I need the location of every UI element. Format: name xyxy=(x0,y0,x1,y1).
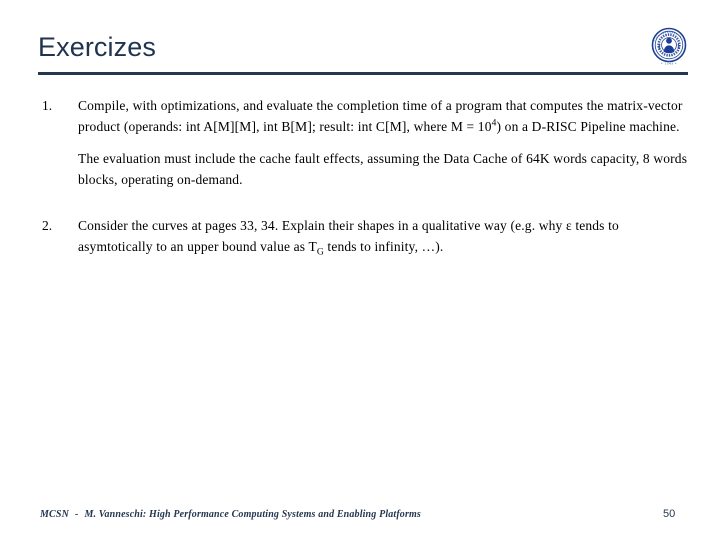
university-of-pisa-seal-logo: + 1343 + xyxy=(646,24,692,70)
list-item: 2. Consider the curves at pages 33, 34. … xyxy=(38,216,690,257)
page-title: Exercizes xyxy=(38,32,156,62)
slide: Exercizes + 1343 + 1. Compile, with opti… xyxy=(0,0,720,540)
list-item: 1. Compile, with optimizations, and eval… xyxy=(38,96,690,190)
exercise-list: 1. Compile, with optimizations, and eval… xyxy=(38,96,690,257)
item-body: Compile, with optimizations, and evaluat… xyxy=(78,96,690,190)
item-1-paragraph-1: Compile, with optimizations, and evaluat… xyxy=(78,96,690,137)
text-run: tends to infinity, …). xyxy=(323,238,444,254)
title-area: Exercizes xyxy=(38,30,688,78)
subscript-g: G xyxy=(316,247,324,258)
svg-text:+ 1343 +: + 1343 + xyxy=(661,62,677,66)
footer-attribution: M. Vanneschi: High Performance Computing… xyxy=(84,509,421,520)
footer-separator: - xyxy=(74,509,79,520)
item-number: 2. xyxy=(42,218,53,233)
item-number: 1. xyxy=(42,98,53,113)
item-2-paragraph-1: Consider the curves at pages 33, 34. Exp… xyxy=(78,216,690,257)
footer-course: MCSN xyxy=(40,509,69,520)
text-run: The evaluation must include the cache fa… xyxy=(78,151,688,187)
title-underline-rule xyxy=(38,72,688,75)
item-body: Consider the curves at pages 33, 34. Exp… xyxy=(78,216,690,257)
text-run: ) on a D-RISC Pipeline machine. xyxy=(496,118,680,134)
page-number: 50 xyxy=(663,508,676,520)
footer: MCSN - M. Vanneschi: High Performance Comp… xyxy=(40,508,421,521)
item-1-paragraph-2: The evaluation must include the cache fa… xyxy=(78,149,690,190)
